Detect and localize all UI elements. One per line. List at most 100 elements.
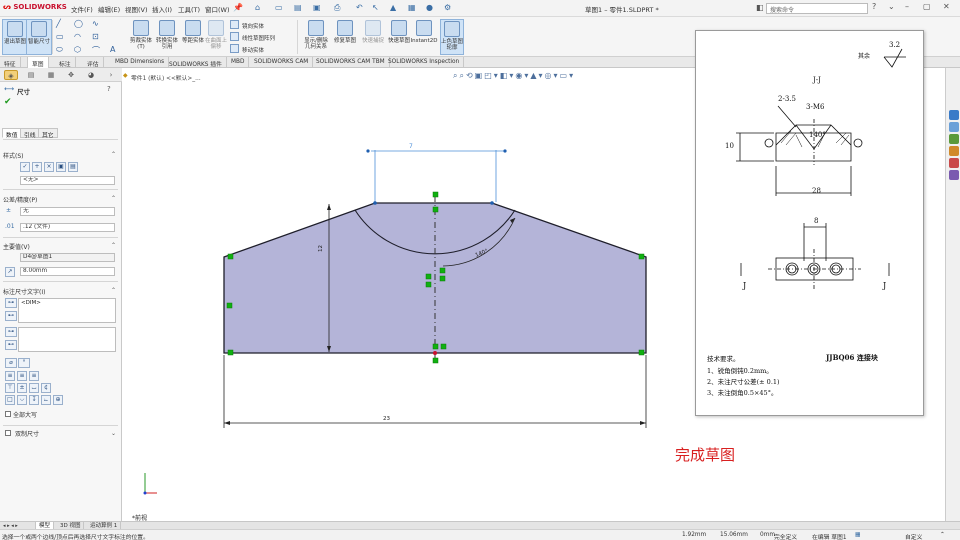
align-top-icon[interactable]: ⊤ — [5, 383, 15, 393]
pin-icon[interactable]: 📌 — [233, 3, 243, 12]
save-style-icon[interactable]: ▣ — [56, 162, 66, 172]
dimension-text-top-area[interactable]: <DIM> — [18, 298, 116, 323]
design-library-icon[interactable] — [949, 134, 959, 144]
search-commands-input[interactable]: 搜索命令 — [766, 3, 868, 14]
delete-style-icon[interactable]: × — [44, 162, 54, 172]
origin-point[interactable] — [433, 351, 437, 355]
dim-text-height[interactable]: 12 — [318, 245, 324, 252]
tab-solidworks-cam[interactable]: SOLIDWORKS CAM — [250, 57, 314, 68]
undo-icon[interactable]: ↶ — [356, 3, 363, 12]
tab-other[interactable]: 其它 — [38, 128, 58, 139]
dimension-value-field[interactable]: 8.00mm — [20, 267, 115, 276]
tab-solidworks-addins[interactable]: SOLIDWORKS 插件 — [165, 57, 227, 68]
endpoint[interactable] — [373, 201, 377, 205]
file-explorer-icon[interactable] — [949, 146, 959, 156]
new-document-icon[interactable]: ▭ — [275, 3, 283, 12]
justify-right-icon[interactable]: ≡ — [29, 371, 39, 381]
tolerance-type-select[interactable]: 无 — [20, 207, 115, 216]
menu-insert[interactable]: 插入(I) — [152, 4, 172, 14]
tab-sketch[interactable]: 草图 — [27, 57, 49, 68]
tolerance-section-header[interactable]: 公差/精度(P) — [3, 195, 37, 204]
tab-markup[interactable]: 标注 — [55, 57, 76, 68]
dimension-name-field[interactable]: D4@草图1 — [20, 253, 115, 262]
feature-tree-icon[interactable]: ▤ — [24, 70, 38, 80]
precision-select[interactable]: .12 (文件) — [20, 223, 115, 232]
symbol-countersink-icon[interactable]: ⌵ — [17, 395, 27, 405]
relation-marker[interactable] — [226, 302, 233, 309]
chevron-up-icon[interactable]: ⌃ — [111, 151, 116, 158]
chevron-down-icon[interactable]: ⌄ — [111, 430, 116, 437]
all-uppercase-checkbox[interactable] — [5, 411, 11, 417]
relation-marker[interactable] — [432, 191, 439, 198]
solidworks-logo[interactable]: ᔕ SOLIDWORKS — [3, 3, 67, 11]
text-tool-icon[interactable]: A — [110, 45, 115, 54]
add-style-icon[interactable]: + — [32, 162, 42, 172]
dual-dimension-checkbox[interactable] — [5, 430, 11, 436]
symbol-counterbore-icon[interactable]: ⌴ — [29, 383, 39, 393]
shaded-sketch-contours-button[interactable]: 上色草图轮廓 — [440, 19, 464, 55]
symbol-square-icon[interactable]: □ — [5, 395, 15, 405]
dimension-text-section-header[interactable]: 标注尺寸文字(I) — [3, 287, 45, 296]
custom-properties-icon[interactable] — [949, 170, 959, 180]
mirror-entities-button[interactable]: 镜向实体 — [230, 20, 264, 30]
primary-value-section-header[interactable]: 主要值(V) — [3, 242, 30, 251]
tab-leaders[interactable]: 引线 — [20, 128, 40, 139]
menu-tools[interactable]: 工具(T) — [178, 4, 200, 14]
symbol-degree-icon[interactable]: ° — [18, 358, 30, 368]
circle-tool-icon[interactable]: ◯ — [74, 19, 83, 28]
resources-tab-icon[interactable] — [949, 122, 959, 132]
slot-tool-icon[interactable]: ⬭ — [56, 45, 63, 55]
close-button[interactable]: ✕ — [943, 2, 950, 11]
tab-mbd-dimensions[interactable]: MBD Dimensions — [111, 57, 170, 68]
rapid-sketch-button[interactable]: 快速草图 — [386, 19, 412, 55]
smart-dimension-button[interactable]: 智能尺寸 — [26, 19, 52, 55]
symbol-plusminus-icon[interactable]: ± — [17, 383, 27, 393]
rebuild-icon[interactable]: ▲ — [390, 3, 396, 12]
relation-marker[interactable] — [425, 273, 432, 280]
options-icon[interactable]: ● — [426, 3, 433, 12]
more-symbols-icon[interactable]: ⊕ — [53, 395, 63, 405]
rectangle-tool-icon[interactable]: ▭ — [56, 32, 64, 41]
spline-tool-icon[interactable]: ∿ — [92, 19, 99, 28]
expand-panel-icon[interactable]: › — [104, 70, 118, 80]
display-manager-icon[interactable]: ◕ — [84, 70, 98, 80]
property-manager-icon[interactable]: ◈ — [4, 70, 18, 80]
tab-mbd[interactable]: MBD — [227, 57, 250, 68]
fillet-tool-icon[interactable]: ⌒ — [92, 45, 100, 56]
tab-value[interactable]: 数值 — [2, 128, 22, 139]
arc-tool-icon[interactable]: ◠ — [74, 32, 81, 41]
override-value-icon[interactable]: ↗ — [5, 267, 15, 277]
symbol-diameter-icon[interactable]: ⌀ — [5, 358, 17, 368]
sketch-status-icon[interactable]: ▦ — [855, 532, 860, 538]
dim-text-top-icon[interactable]: ⊶ — [5, 298, 17, 308]
open-icon[interactable]: ▤ — [294, 3, 302, 12]
chevron-up-icon[interactable]: ⌃ — [111, 195, 116, 202]
symbol-depth-icon[interactable]: ↧ — [29, 395, 39, 405]
file-properties-icon[interactable]: ▦ — [408, 3, 416, 12]
instant2d-button[interactable]: Instant2D — [410, 19, 438, 55]
dim-handle[interactable] — [366, 149, 370, 153]
justify-left-icon[interactable]: ≡ — [5, 371, 15, 381]
quick-snap-button[interactable]: 快速捕捉 — [360, 19, 386, 55]
symbol-slope-icon[interactable]: ⌳ — [41, 395, 51, 405]
home-tab-icon[interactable] — [949, 110, 959, 120]
menu-file[interactable]: 文件(F) — [71, 4, 93, 14]
style-select[interactable]: <无> — [20, 176, 115, 185]
relation-marker[interactable] — [425, 281, 432, 288]
tab-solidworks-cam-tbm[interactable]: SOLIDWORKS CAM TBM — [312, 57, 390, 68]
appearances-icon[interactable] — [949, 158, 959, 168]
justify-center-icon[interactable]: ≡ — [17, 371, 27, 381]
linear-pattern-button[interactable]: 线性草图阵列 — [230, 32, 275, 42]
apply-style-icon[interactable]: ✓ — [20, 162, 30, 172]
print-icon[interactable]: ⎙ — [334, 3, 340, 13]
exit-sketch-button[interactable]: 退出草图 — [2, 19, 28, 55]
trim-entities-button[interactable]: 剪裁实体(T) — [128, 19, 154, 55]
gear-icon[interactable]: ⚙ — [444, 3, 451, 12]
relation-marker[interactable] — [638, 349, 645, 356]
select-icon[interactable]: ↖ — [372, 3, 379, 12]
dim-text-bottom-width[interactable]: 23 — [383, 416, 390, 422]
endpoint[interactable] — [490, 201, 494, 205]
help-icon[interactable]: ? — [107, 85, 111, 93]
dim-text-link-icon[interactable]: ⊷ — [5, 311, 17, 321]
move-entities-button[interactable]: 移动实体 — [230, 44, 264, 54]
